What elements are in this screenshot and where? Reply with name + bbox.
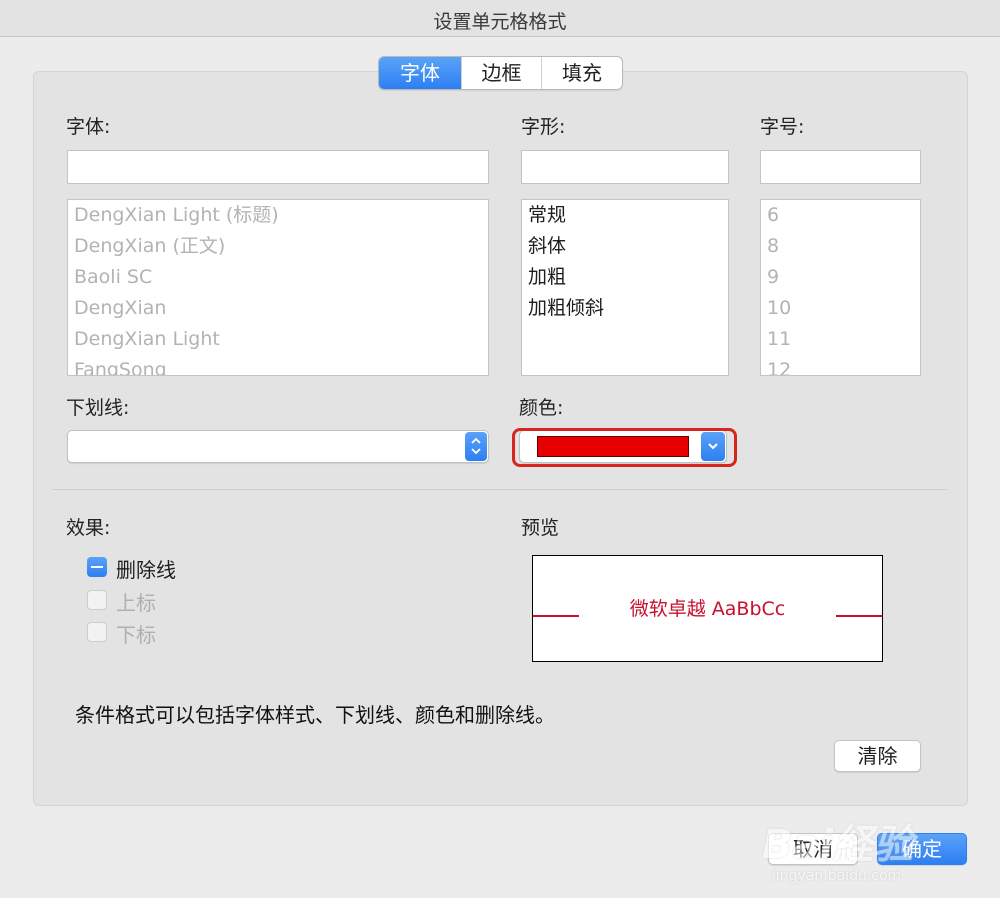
info-note: 条件格式可以包括字体样式、下划线、颜色和删除线。	[75, 703, 555, 727]
baidu-watermark: Bai経验 jingyan.baidu.com	[762, 792, 967, 892]
underline-popup[interactable]	[67, 430, 489, 463]
subscript-checkbox[interactable]	[87, 622, 107, 642]
list-item[interactable]: DengXian Light (标题)	[68, 200, 488, 231]
font-label: 字体:	[66, 116, 111, 138]
list-item[interactable]: DengXian	[68, 293, 488, 324]
list-item[interactable]: 6	[761, 200, 920, 231]
font-style-list[interactable]: 常规 斜体 加粗 加粗倾斜	[521, 199, 729, 376]
preview-strike-line-right	[836, 615, 882, 617]
preview-label: 预览	[521, 517, 560, 539]
window-title: 设置单元格格式	[433, 11, 567, 33]
annotation-highlight	[512, 428, 737, 467]
list-item[interactable]: 9	[761, 262, 920, 293]
list-item[interactable]: 加粗倾斜	[522, 293, 728, 324]
font-name-list[interactable]: DengXian Light (标题) DengXian (正文) Baoli …	[67, 199, 489, 376]
title-bar: 设置单元格格式	[0, 0, 1000, 37]
list-item[interactable]: DengXian (正文)	[68, 231, 488, 262]
list-item[interactable]: 常规	[522, 200, 728, 231]
tab-font[interactable]: 字体	[379, 57, 462, 89]
list-item[interactable]: Baoli SC	[68, 262, 488, 293]
subscript-label[interactable]: 下标	[116, 619, 156, 648]
color-label: 颜色:	[519, 397, 564, 419]
font-style-label: 字形:	[521, 116, 566, 138]
strikethrough-label[interactable]: 删除线	[116, 554, 176, 583]
section-divider	[52, 489, 947, 490]
font-name-input[interactable]	[67, 150, 489, 184]
list-item[interactable]: 8	[761, 231, 920, 262]
list-item[interactable]: 10	[761, 293, 920, 324]
font-size-label: 字号:	[760, 116, 805, 138]
font-size-list[interactable]: 6 8 9 10 11 12	[760, 199, 921, 376]
preview-box: 微软卓越 AaBbCc	[532, 555, 883, 662]
clear-button[interactable]: 清除	[834, 740, 921, 772]
underline-label: 下划线:	[66, 397, 130, 419]
list-item[interactable]: 12	[761, 355, 920, 375]
tab-fill[interactable]: 填充	[542, 57, 622, 89]
list-item[interactable]: DengXian Light	[68, 324, 488, 355]
up-down-arrows-icon[interactable]	[465, 432, 487, 461]
list-item[interactable]: 斜体	[522, 231, 728, 262]
effects-label: 效果:	[66, 517, 111, 539]
list-item[interactable]: 11	[761, 324, 920, 355]
font-size-input[interactable]	[760, 150, 921, 184]
superscript-checkbox[interactable]	[87, 590, 107, 610]
strikethrough-checkbox[interactable]	[87, 557, 107, 577]
font-style-input[interactable]	[521, 150, 729, 184]
tab-bar: 字体 边框 填充	[378, 56, 623, 90]
list-item[interactable]: 加粗	[522, 262, 728, 293]
preview-text: 微软卓越 AaBbCc	[629, 598, 786, 620]
watermark-url: jingyan.baidu.com	[772, 868, 902, 884]
list-item[interactable]: FangSong	[68, 355, 488, 375]
tab-border[interactable]: 边框	[462, 57, 542, 89]
watermark-logo: Bai経验	[762, 822, 914, 868]
superscript-label[interactable]: 上标	[116, 587, 156, 616]
